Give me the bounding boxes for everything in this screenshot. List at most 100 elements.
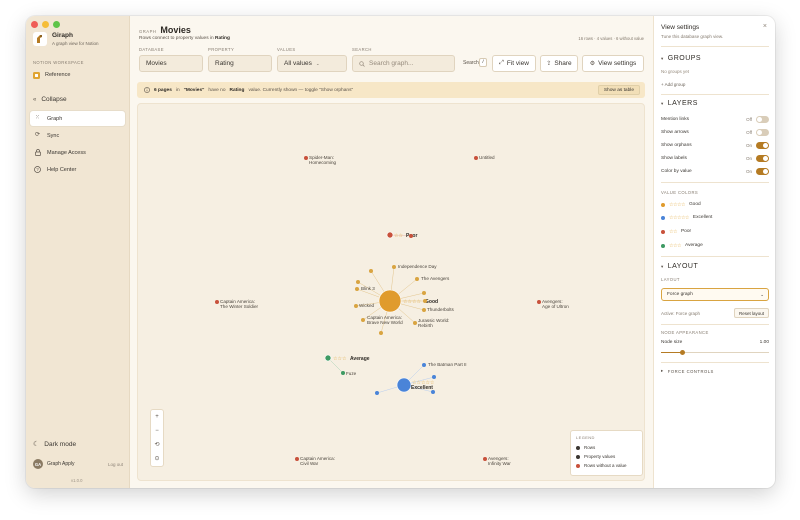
close-icon[interactable]: × — [763, 23, 767, 30]
sync-icon: ⟳ — [34, 132, 41, 138]
add-group-button[interactable]: + Add group — [661, 82, 685, 87]
value-node-average[interactable] — [324, 354, 332, 362]
row-node[interactable] — [422, 291, 426, 295]
sidebar-item-manage-access[interactable]: Manage Access — [30, 145, 125, 160]
color-dot[interactable] — [661, 229, 665, 234]
row-node[interactable] — [379, 331, 383, 335]
toggle-switch[interactable] — [756, 141, 769, 149]
row-node[interactable] — [361, 318, 365, 322]
sidebar-item-help-center[interactable]: ? Help Center — [30, 162, 125, 177]
node-size-slider[interactable] — [661, 350, 769, 355]
maximize-window-button[interactable] — [53, 21, 60, 28]
window-controls — [31, 21, 60, 28]
toggle-switch[interactable] — [756, 154, 769, 162]
values-select[interactable]: All values ⌄ — [277, 55, 347, 72]
graph-canvas[interactable]: ☆☆☆☆Good☆☆Poor☆☆☆Average☆☆☆☆☆ExcellentIn… — [137, 103, 645, 481]
force-controls-toggle[interactable]: ▸ FORCE CONTROLS — [661, 368, 714, 374]
orphan-node[interactable] — [304, 156, 308, 160]
row-node[interactable] — [432, 375, 436, 379]
color-dot[interactable] — [661, 202, 665, 207]
toggle-show-arrows[interactable]: Show arrows Off — [661, 127, 769, 137]
database-select[interactable]: Movies — [139, 55, 203, 72]
toggle-label: Show arrows — [661, 129, 689, 135]
row-node[interactable] — [356, 280, 360, 284]
row-node[interactable] — [422, 363, 426, 367]
toggle-show-orphans[interactable]: Show orphans On — [661, 140, 769, 150]
show-as-table-button[interactable]: Show as table — [597, 85, 640, 95]
color-dot[interactable] — [661, 215, 665, 220]
value-node-excellent[interactable] — [396, 377, 412, 393]
avatar: GA — [33, 459, 43, 469]
toggle-show-labels[interactable]: Show labels On — [661, 153, 769, 163]
minimize-window-button[interactable] — [42, 21, 49, 28]
row-node[interactable] — [375, 391, 379, 395]
fit-view-button[interactable]: ⤢ Fit view — [492, 55, 536, 72]
row-node[interactable] — [431, 390, 435, 394]
dark-mode-toggle[interactable]: ☾ Dark mode — [33, 440, 76, 449]
toggle-color-by-value[interactable]: Color by value On — [661, 166, 769, 176]
row-node[interactable] — [392, 265, 396, 269]
expand-icon: ⤢ — [499, 60, 504, 66]
sidebar-item-graph[interactable]: ⁙ Graph — [30, 111, 125, 126]
row-node[interactable] — [409, 234, 413, 238]
info-icon — [144, 87, 150, 93]
share-button[interactable]: ⇪ Share — [540, 55, 578, 72]
row-node[interactable] — [423, 299, 427, 303]
graph-icon: ⁙ — [34, 115, 41, 121]
orphan-node[interactable] — [215, 300, 219, 304]
groups-section-toggle[interactable]: ▾ GROUPS — [661, 55, 701, 62]
subtitle-text: Rows connect to property values in — [139, 36, 214, 41]
sidebar-item-sync[interactable]: ⟳ Sync — [30, 128, 125, 143]
toggle-switch[interactable] — [756, 167, 769, 175]
value-node-good[interactable] — [378, 289, 402, 313]
sidebar-item-label: Sync — [47, 132, 60, 139]
app-tagline: A graph view for Notion — [52, 41, 99, 46]
value-color-good[interactable]: ☆☆☆☆ Good — [661, 200, 701, 209]
row-node[interactable] — [413, 321, 417, 325]
row-node[interactable] — [354, 304, 358, 308]
zoom-out-button[interactable]: − — [151, 424, 163, 438]
value-color-excellent[interactable]: ☆☆☆☆☆ Excellent — [661, 213, 712, 222]
panel-subtitle: Tune this database graph view. — [661, 34, 724, 39]
orphan-node[interactable] — [483, 457, 487, 461]
graph-svg[interactable]: ☆☆☆☆Good☆☆Poor☆☆☆Average☆☆☆☆☆ExcellentIn… — [138, 104, 645, 481]
color-dot[interactable] — [661, 243, 665, 248]
slider-handle[interactable] — [680, 350, 686, 355]
row-label: The Avengers — [421, 276, 450, 281]
layout-section-toggle[interactable]: ▾ LAYOUT — [661, 263, 698, 270]
toggle-switch[interactable] — [756, 115, 769, 123]
orphan-node[interactable] — [474, 156, 478, 160]
layers-section-toggle[interactable]: ▾ LAYERS — [661, 100, 698, 107]
toggle-mention-links[interactable]: Mention links Off — [661, 114, 769, 124]
property-select[interactable]: Rating — [208, 55, 272, 72]
collapse-button[interactable]: « Collapse — [33, 96, 67, 103]
lock-position-button[interactable]: ⊙ — [151, 452, 163, 466]
orphan-label: Untitled — [479, 155, 495, 160]
workspace-item-reference[interactable]: Reference — [33, 69, 125, 81]
notice-text: in — [175, 87, 180, 93]
orphan-node[interactable] — [537, 300, 541, 304]
value-color-poor[interactable]: ☆☆ Poor — [661, 227, 691, 236]
toggle-switch[interactable] — [756, 128, 769, 136]
search-input[interactable]: Search graph... — [352, 55, 455, 72]
value-color-average[interactable]: ☆☆☆ Average — [661, 241, 703, 250]
legend-label: Rows without a value — [584, 463, 627, 468]
search-label: SEARCH — [352, 47, 372, 52]
stars-icon: ☆☆☆ — [669, 242, 681, 249]
close-window-button[interactable] — [31, 21, 38, 28]
row-node[interactable] — [415, 277, 419, 281]
notice-text: value. Currently shown — toggle "Show or… — [248, 87, 354, 93]
row-node[interactable] — [355, 287, 359, 291]
row-node[interactable] — [369, 269, 373, 273]
layout-select[interactable]: Force graph ⌄ — [661, 288, 769, 301]
orphan-node[interactable] — [295, 457, 299, 461]
row-node[interactable] — [422, 308, 426, 312]
zoom-in-button[interactable]: + — [151, 410, 163, 424]
view-settings-button[interactable]: ⚙ View settings — [582, 55, 644, 72]
groups-title: GROUPS — [667, 55, 702, 62]
row-node[interactable] — [341, 371, 345, 375]
value-node-poor[interactable] — [386, 231, 394, 239]
refresh-layout-button[interactable]: ⟲ — [151, 438, 163, 452]
reset-layout-button[interactable]: Reset layout — [733, 308, 769, 318]
logout-link[interactable]: Log out — [108, 462, 123, 467]
